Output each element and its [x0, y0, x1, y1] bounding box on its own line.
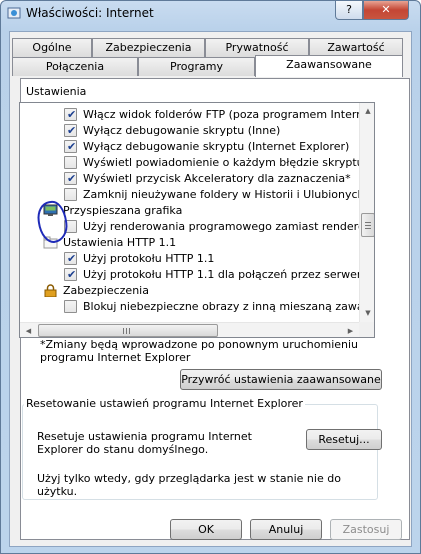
- setting-checkbox-row[interactable]: ✔ Wyłącz debugowanie skryptu (Inne): [20, 123, 359, 139]
- settings-tree[interactable]: ✔ Włącz widok folderów FTP (poza programe…: [19, 102, 375, 338]
- setting-checkbox-row[interactable]: Blokuj niebezpieczne obrazy z inną miesz…: [20, 299, 374, 315]
- setting-label: Użyj protokołu HTTP 1.1 dla połączeń prz…: [83, 268, 375, 281]
- restore-advanced-button[interactable]: Przywróć ustawienia zaawansowane: [180, 369, 382, 390]
- checkmark-icon: ✔: [67, 172, 77, 185]
- settings-label: Ustawienia: [24, 85, 89, 98]
- setting-checkbox-row[interactable]: Użyj renderowania programowego zamiast r…: [20, 219, 374, 235]
- setting-checkbox-row[interactable]: ✔ Użyj protokołu HTTP 1.1: [20, 251, 359, 267]
- setting-label: Wyświetl powiadomienie o każdym błędzie …: [83, 156, 364, 169]
- checkmark-icon: ✔: [67, 268, 77, 281]
- reset-button[interactable]: Resetuj...: [306, 429, 382, 450]
- apply-button[interactable]: Zastosuj: [330, 519, 402, 540]
- setting-label: Wyłącz debugowanie skryptu (Inne): [83, 124, 281, 137]
- reset-warning: Użyj tylko wtedy, gdy przeglądarka jest …: [37, 472, 341, 498]
- vertical-scroll-thumb[interactable]: [361, 213, 374, 237]
- checkbox-checked[interactable]: ✔: [64, 268, 77, 281]
- checkmark-icon: ✔: [67, 108, 77, 121]
- tab-programs[interactable]: Programy: [138, 57, 255, 76]
- thumb-grip: [365, 225, 371, 226]
- setting-label: Wyłącz debugowanie skryptu (Internet Exp…: [83, 140, 350, 153]
- thumb-grip: [129, 328, 130, 334]
- ok-button[interactable]: OK: [170, 519, 242, 540]
- checkbox-checked[interactable]: ✔: [64, 140, 77, 153]
- setting-label: Użyj renderowania programowego zamiast r…: [83, 220, 374, 233]
- internet-options-icon: [7, 7, 21, 19]
- category-label: Zabezpieczenia: [63, 284, 149, 297]
- tab-connections[interactable]: Połączenia: [12, 57, 138, 76]
- scroll-down-arrow-icon[interactable]: ▼: [360, 305, 374, 322]
- setting-category-row: Ustawienia HTTP 1.1: [20, 235, 359, 251]
- category-label: Ustawienia HTTP 1.1: [63, 236, 177, 249]
- vertical-scrollbar[interactable]: ▲ ▼: [359, 103, 374, 322]
- reset-description: Resetuje ustawienia programu Internet Ex…: [37, 430, 252, 456]
- scroll-right-arrow-icon[interactable]: ▶: [342, 323, 359, 337]
- setting-checkbox-row[interactable]: ✔ Włącz widok folderów FTP (poza programe…: [20, 107, 374, 123]
- help-button[interactable]: ?: [335, 1, 363, 20]
- lock-icon: [44, 284, 57, 297]
- setting-category-row: Zabezpieczenia: [20, 283, 359, 299]
- scroll-left-arrow-icon[interactable]: ◀: [20, 323, 37, 337]
- setting-checkbox-row[interactable]: Zamknij nieużywane foldery w Historii i …: [20, 187, 370, 203]
- checkbox-unchecked[interactable]: [64, 156, 77, 169]
- thumb-grip: [126, 328, 127, 334]
- checkmark-icon: ✔: [67, 140, 77, 153]
- checkbox-checked[interactable]: ✔: [64, 252, 77, 265]
- tab-general[interactable]: Ogólne: [12, 38, 92, 57]
- cancel-button[interactable]: Anuluj: [250, 519, 322, 540]
- thumb-grip: [365, 222, 371, 223]
- checkmark-icon: ✔: [67, 252, 77, 265]
- setting-label: Włącz widok folderów FTP (poza programem…: [83, 108, 375, 121]
- setting-checkbox-row[interactable]: ✔ Wyłącz debugowanie skryptu (Internet Ex…: [20, 139, 359, 155]
- thumb-grip: [365, 228, 371, 229]
- horizontal-scroll-thumb[interactable]: [38, 324, 218, 337]
- setting-label: Zamknij nieużywane foldery w Historii i …: [83, 188, 371, 201]
- checkbox-checked[interactable]: ✔: [64, 124, 77, 137]
- setting-checkbox-row[interactable]: ✔ Wyświetl przycisk Akceleratory dla zazn…: [20, 171, 359, 187]
- reset-group-title: Resetowanie ustawień programu Internet E…: [24, 397, 305, 410]
- setting-label: Wyświetl przycisk Akceleratory dla zazna…: [83, 172, 351, 185]
- checkbox-unchecked[interactable]: [64, 300, 77, 313]
- tab-security[interactable]: Zabezpieczenia: [92, 38, 205, 57]
- tab-advanced[interactable]: Zaawansowane: [255, 55, 403, 77]
- category-label: Przyspieszana grafika: [63, 204, 183, 217]
- checkbox-unchecked[interactable]: [64, 188, 77, 201]
- horizontal-scrollbar[interactable]: ◀ ▶: [20, 322, 359, 337]
- scrollbar-corner: [359, 322, 374, 337]
- setting-label: Blokuj niebezpieczne obrazy z inną miesz…: [83, 300, 375, 313]
- setting-label: Użyj protokołu HTTP 1.1: [83, 252, 215, 265]
- setting-checkbox-row[interactable]: Wyświetl powiadomienie o każdym błędzie …: [20, 155, 364, 171]
- restart-note: *Zmiany będą wprowadzone po ponownym uru…: [40, 338, 359, 364]
- thumb-grip: [123, 328, 124, 334]
- setting-checkbox-row[interactable]: ✔ Użyj protokołu HTTP 1.1 dla połączeń pr…: [20, 267, 374, 283]
- window-title: Właściwości: Internet: [26, 6, 154, 20]
- checkbox-checked[interactable]: ✔: [64, 108, 77, 121]
- checkbox-checked[interactable]: ✔: [64, 172, 77, 185]
- setting-category-row: Przyspieszana grafika: [20, 203, 359, 219]
- scroll-up-arrow-icon[interactable]: ▲: [360, 103, 374, 120]
- close-button[interactable]: ✕: [363, 1, 409, 20]
- checkmark-icon: ✔: [67, 124, 77, 137]
